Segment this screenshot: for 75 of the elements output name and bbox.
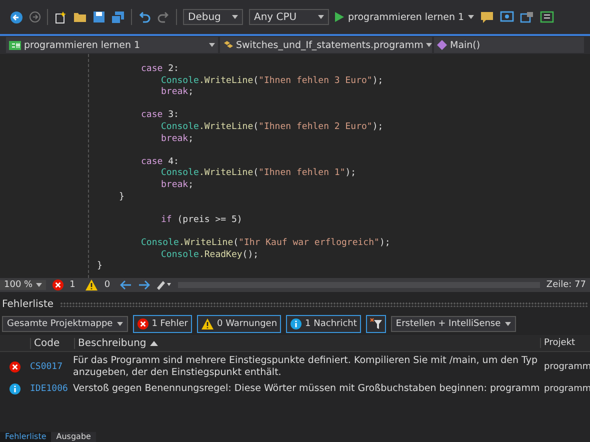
- info-icon: [9, 383, 21, 395]
- caret-icon: [36, 283, 42, 287]
- caret-icon: [468, 15, 474, 19]
- brush-icon[interactable]: [156, 280, 172, 290]
- column-header[interactable]: Code: [30, 338, 74, 348]
- class-dropdown[interactable]: Switches_und_If_statements.programm: [220, 37, 432, 53]
- error-description: Verstoß gegen Benennungsregel: Diese Wörter müssen mit Großbuchstaben beginnen: programm: [73, 383, 540, 394]
- code-line: if (preis >= 5): [161, 214, 242, 225]
- code-line: case 2:: [141, 64, 179, 74]
- code-line: Console.WriteLine("Ihr Kauf war erflogreich");: [141, 238, 390, 248]
- zoom-dropdown[interactable]: 100 %: [0, 280, 46, 290]
- panel-icon[interactable]: [540, 11, 554, 23]
- panel-tab[interactable]: Ausgabe: [51, 432, 96, 442]
- code-line: }: [97, 261, 102, 272]
- code-line: Console.WriteLine("Ihnen fehlen 1");: [161, 168, 356, 178]
- project-dropdown[interactable]: programmieren lernen 1: [6, 37, 218, 53]
- error-code-link[interactable]: CS0017: [30, 352, 63, 372]
- panel-title: Fehlerliste: [2, 298, 54, 310]
- filter-toggle[interactable]: 1 Fehler: [132, 315, 192, 333]
- undo-icon[interactable]: [138, 11, 151, 23]
- error-count[interactable]: 1: [70, 280, 76, 290]
- project-icon: [9, 40, 21, 50]
- info-icon: [290, 318, 302, 330]
- filter-toggle[interactable]: 1 Nachricht: [286, 315, 361, 333]
- error-description: Für das Programm sind mehrere Einstiegspunkte definiert. Kompilieren Sie mit /main, um den Typ anzugeben, der den Einstiegspunkt enthält.: [73, 355, 538, 378]
- screen-icon[interactable]: [500, 11, 514, 23]
- class-icon: [223, 40, 233, 50]
- layout-icon[interactable]: [520, 11, 534, 23]
- code-line: }: [119, 192, 124, 202]
- forward-arrow-icon[interactable]: [138, 280, 150, 290]
- comment-icon[interactable]: [480, 11, 494, 23]
- line-indicator: Zeile: 77: [546, 280, 586, 290]
- code-line: case 4:: [141, 156, 179, 167]
- start-button[interactable]: programmieren lernen 1: [335, 12, 474, 22]
- save-icon[interactable]: [93, 11, 105, 23]
- column-header[interactable]: Projekt: [540, 338, 590, 348]
- caret-icon: [116, 322, 123, 326]
- play-icon: [335, 12, 344, 22]
- forward-icon[interactable]: [29, 11, 41, 23]
- filter-icon: [370, 318, 382, 330]
- caret-icon: [504, 322, 511, 326]
- warning-count[interactable]: 0: [104, 280, 110, 290]
- sort-icon: [150, 340, 158, 346]
- code-line: case 3:: [141, 110, 179, 120]
- error-icon: [9, 361, 21, 373]
- code-line: Console.ReadKey();: [161, 250, 259, 260]
- error-icon: [52, 279, 64, 291]
- member-dropdown[interactable]: Main(): [434, 37, 584, 53]
- caret-icon: [232, 15, 238, 19]
- source-dropdown[interactable]: Erstellen + IntelliSense: [390, 316, 516, 332]
- back-arrow-icon[interactable]: [120, 280, 132, 290]
- warning-icon: [200, 318, 214, 330]
- configuration-dropdown[interactable]: Debug: [183, 9, 243, 25]
- platform-dropdown[interactable]: Any CPU: [249, 9, 329, 25]
- panel-tab[interactable]: Fehlerliste: [0, 432, 52, 442]
- code-line: Console.WriteLine("Ihnen fehlen 2 Euro");: [161, 122, 384, 132]
- caret-icon: [209, 43, 215, 47]
- caret-icon: [318, 15, 324, 19]
- caret-icon: [426, 43, 432, 47]
- code-line: break;: [161, 180, 194, 190]
- filter-button[interactable]: [366, 315, 386, 333]
- filter-toggle[interactable]: 0 Warnungen: [196, 315, 282, 333]
- code-line: break;: [161, 134, 194, 144]
- error-code-link[interactable]: IDE1006: [30, 374, 68, 394]
- back-icon[interactable]: [10, 10, 23, 24]
- scope-dropdown[interactable]: Gesamte Projektmappe: [2, 316, 128, 332]
- code-line: Console.WriteLine("Ihnen fehlen 3 Euro");: [161, 76, 384, 86]
- code-line: break;: [161, 87, 194, 98]
- method-icon: [437, 40, 447, 50]
- redo-icon[interactable]: [157, 11, 170, 23]
- error-icon: [136, 318, 149, 330]
- folder-icon[interactable]: [73, 11, 87, 23]
- column-header[interactable]: Beschreibung: [74, 338, 540, 348]
- save-all-icon[interactable]: [111, 10, 125, 24]
- new-project-icon[interactable]: [54, 10, 67, 24]
